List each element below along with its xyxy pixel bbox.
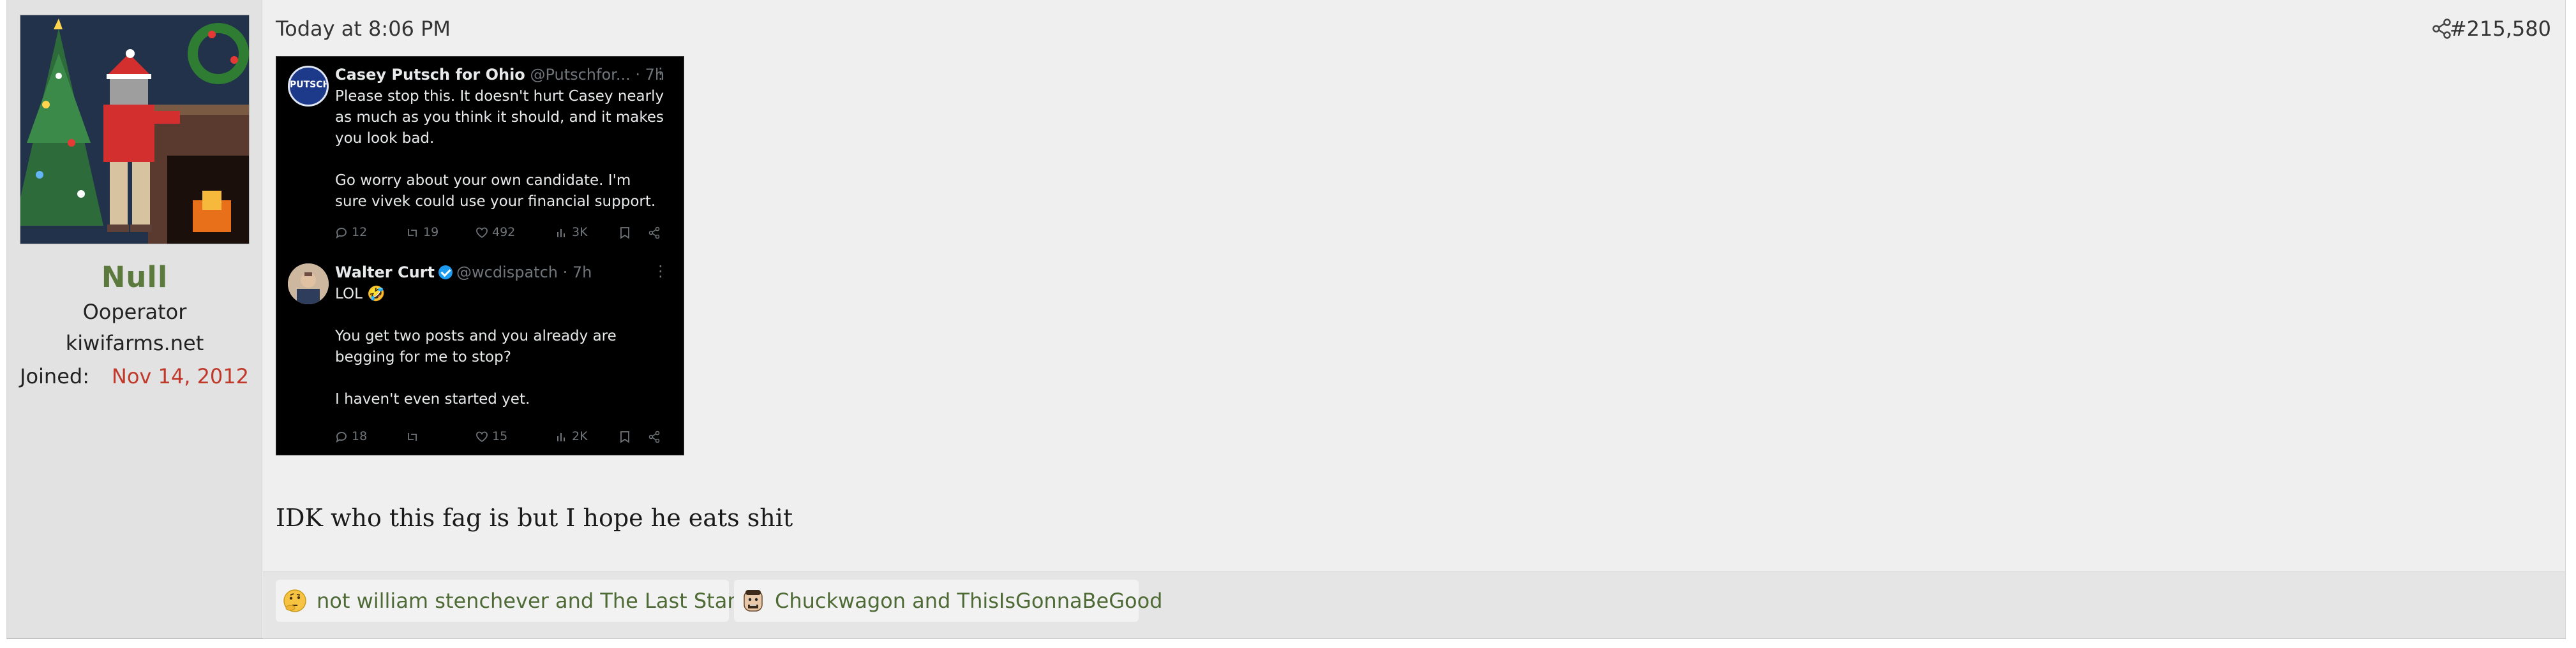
reply-icon [336, 228, 347, 239]
tweet-1: PUTSCH Casey Putsch for Ohio @Putschfor.… [276, 57, 684, 254]
views-count: 2K [572, 429, 588, 443]
like-count: 15 [492, 429, 508, 443]
more-icon: ⋮ [653, 262, 668, 280]
user-title: Ooperator [82, 300, 187, 324]
tweet-share-icon [648, 429, 664, 443]
like-stat: 15 [476, 429, 507, 443]
like-count: 492 [492, 225, 516, 239]
verified-badge-icon [438, 265, 453, 279]
tweet-avatar-text: PUTSCH [290, 80, 329, 90]
tweet-author-handle: @Putschfor... · 7h [530, 66, 665, 84]
like-stat: 492 [476, 225, 515, 239]
tweet-text: LOL 🤣 You get two posts and you already … [335, 286, 617, 408]
views-icon [557, 229, 565, 237]
reaction-summary-2[interactable]: Chuckwagon and ThisIsGonnaBeGood [734, 580, 1162, 622]
tweet-author-handle: @wcdispatch · 7h [456, 263, 592, 281]
tweet-header: Casey Putsch for Ohio @Putschfor... · 7h [335, 66, 664, 84]
bookmark-icon [619, 225, 634, 239]
repost-stat: 19 [405, 225, 438, 239]
post-timestamp[interactable]: Today at 8:06 PM [276, 17, 451, 41]
user-info-column: Null Ooperator kiwifarms.net Joined: Nov… [7, 0, 262, 638]
username[interactable]: Null [7, 260, 262, 294]
joined-label: Joined: [20, 364, 89, 388]
joined-date: Nov 14, 2012 [111, 364, 249, 388]
reactions-bar: not william stenchever and The Last Stan… [263, 571, 2565, 638]
avatar-image [20, 15, 249, 244]
tweet-avatar: PUTSCH [288, 66, 329, 107]
user-site: kiwifarms.net [65, 331, 204, 355]
tweet-text: Please stop this. It doesn't hurt Casey … [335, 88, 664, 210]
reply-count: 12 [352, 225, 368, 239]
tweet-avatar [288, 263, 329, 304]
reaction-summary-1[interactable]: not william stenchever and The Last Stan… [276, 580, 753, 622]
embedded-tweet-image[interactable]: PUTSCH Casey Putsch for Ohio @Putschfor.… [276, 56, 684, 455]
post-body-text: IDK who this fag is but I hope he eats s… [276, 504, 793, 532]
post-number-link[interactable]: #215,580 [2450, 17, 2551, 41]
repost-icon [408, 433, 417, 441]
reply-stat: 18 [335, 429, 367, 443]
page: Null Ooperator kiwifarms.net Joined: Nov… [0, 0, 2576, 648]
views-stat: 2K [555, 429, 588, 443]
tweet-share-icon [648, 225, 664, 239]
views-count: 3K [572, 225, 588, 239]
tweet-header: Walter Curt @wcdispatch · 7h [335, 263, 592, 281]
repost-icon [408, 229, 417, 237]
heart-icon [476, 227, 488, 239]
views-stat: 3K [555, 225, 588, 239]
heart-icon [476, 431, 488, 443]
reaction-face-icon [744, 590, 763, 612]
user-avatar[interactable] [20, 15, 250, 244]
views-icon [557, 433, 565, 441]
tweet-2: Walter Curt @wcdispatch · 7h ⋮ LOL 🤣 You … [276, 254, 684, 455]
tweet-author-name: Casey Putsch for Ohio [335, 66, 525, 84]
bookmark-icon [619, 429, 634, 443]
more-icon: ⋮ [653, 64, 668, 82]
forum-post: Null Ooperator kiwifarms.net Joined: Nov… [6, 0, 2566, 639]
tweet-actions: 12 19 492 3K [335, 225, 673, 244]
tweet-actions: 18 15 2K [335, 429, 673, 448]
reply-stat: 12 [335, 225, 367, 239]
reaction-users-1[interactable]: not william stenchever and The Last Stan… [317, 589, 753, 613]
reply-count: 18 [352, 429, 368, 443]
reaction-users-2[interactable]: Chuckwagon and ThisIsGonnaBeGood [775, 589, 1162, 613]
repost-stat [405, 429, 423, 443]
thinking-emoji-icon [283, 589, 306, 612]
repost-count: 19 [423, 225, 439, 239]
reply-icon [336, 432, 347, 443]
tweet-author-name: Walter Curt [335, 263, 435, 281]
